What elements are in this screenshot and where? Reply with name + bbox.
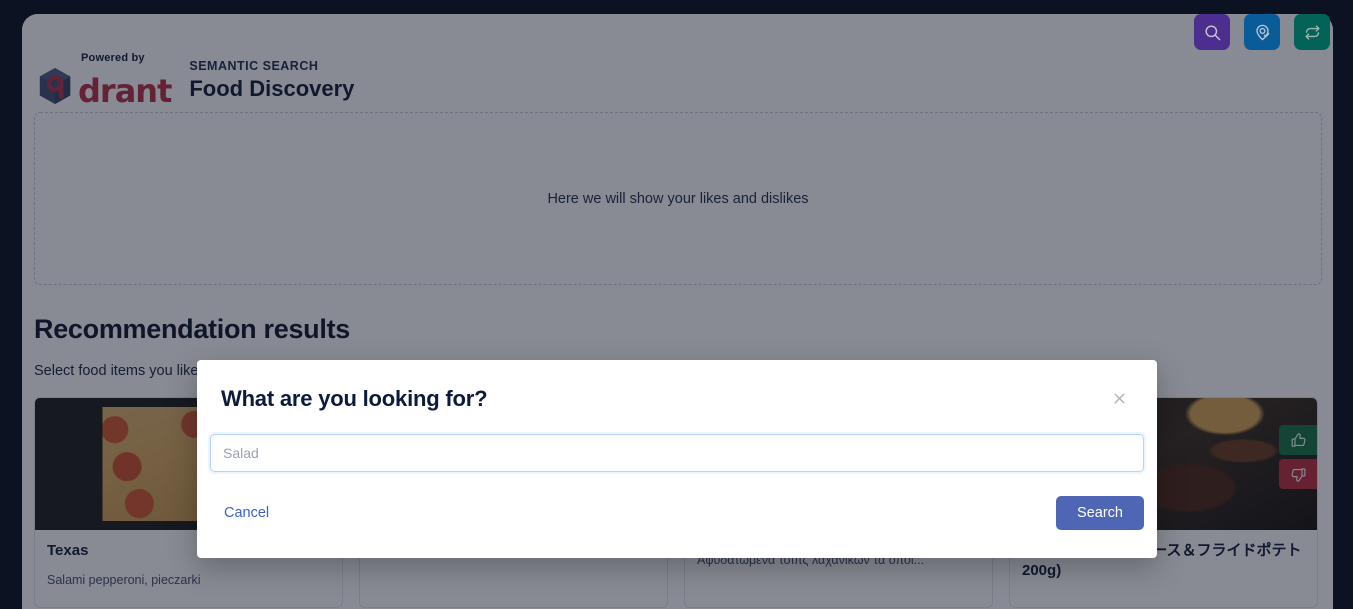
modal-title: What are you looking for? <box>221 386 488 411</box>
location-check-icon <box>1255 24 1269 40</box>
app-root: Powered by drant SEMANTIC SEARCH Food Di… <box>0 0 1353 609</box>
location-button[interactable] <box>1244 14 1280 50</box>
modal-header: What are you looking for? <box>197 360 1157 412</box>
modal-footer: Cancel Search <box>197 472 1157 558</box>
top-action-bar <box>1194 14 1330 50</box>
refresh-button[interactable] <box>1294 14 1330 50</box>
refresh-icon <box>1304 24 1320 40</box>
cancel-button[interactable]: Cancel <box>210 499 283 527</box>
search-button[interactable] <box>1194 14 1230 50</box>
modal-body <box>197 412 1157 472</box>
close-button[interactable] <box>1106 387 1133 412</box>
search-modal: What are you looking for? Cancel Search <box>197 360 1157 558</box>
search-submit-button[interactable]: Search <box>1056 496 1144 530</box>
close-icon <box>1114 393 1125 403</box>
search-icon <box>1204 24 1220 40</box>
search-input[interactable] <box>210 434 1144 472</box>
